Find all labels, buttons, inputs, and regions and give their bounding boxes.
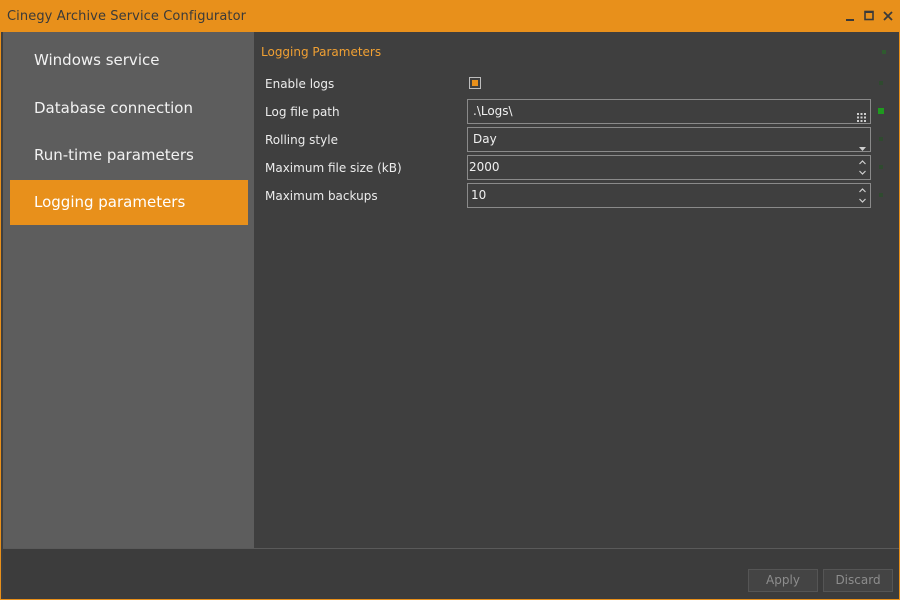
max-file-size-indicator <box>879 165 883 169</box>
section-status-indicator <box>882 50 886 54</box>
rolling-style-indicator <box>879 137 883 141</box>
spinner-icon[interactable] <box>859 187 866 212</box>
checkbox-checked-mark <box>472 80 478 86</box>
max-backups-stepper[interactable]: 10 <box>467 183 871 208</box>
log-file-path-input[interactable]: .\Logs\ <box>467 99 871 124</box>
enable-logs-indicator <box>879 81 883 85</box>
window-title: Cinegy Archive Service Configurator <box>7 9 247 24</box>
discard-button[interactable]: Discard <box>823 569 893 592</box>
max-backups-indicator <box>879 193 883 197</box>
rolling-style-select[interactable]: Day <box>467 127 871 152</box>
title-bar[interactable]: Cinegy Archive Service Configurator <box>1 1 899 32</box>
enable-logs-checkbox[interactable] <box>469 77 481 89</box>
rolling-style-label: Rolling style <box>265 133 338 147</box>
minimize-icon[interactable] <box>843 9 857 23</box>
maximize-icon[interactable] <box>862 9 876 23</box>
log-file-path-indicator <box>878 108 884 114</box>
sidebar-item-database-connection[interactable]: Database connection <box>10 86 248 131</box>
sidebar-item-logging-parameters[interactable]: Logging parameters <box>10 180 248 225</box>
log-file-path-label: Log file path <box>265 105 340 119</box>
log-file-path-value: .\Logs\ <box>473 104 513 118</box>
footer-bar: Apply Discard <box>3 548 899 599</box>
apply-button[interactable]: Apply <box>748 569 818 592</box>
enable-logs-label: Enable logs <box>265 77 335 91</box>
max-file-size-value: 2000 <box>469 160 500 174</box>
section-title: Logging Parameters <box>261 45 382 59</box>
close-icon[interactable] <box>881 9 895 23</box>
max-backups-label: Maximum backups <box>265 189 378 203</box>
sidebar-item-windows-service[interactable]: Windows service <box>10 38 248 83</box>
sidebar: Windows service Database connection Run-… <box>3 32 254 548</box>
sidebar-item-run-time-parameters[interactable]: Run-time parameters <box>10 133 248 178</box>
app-window: Cinegy Archive Service Configurator Wind… <box>0 0 900 600</box>
content-panel: Logging Parameters Enable logs Log file … <box>254 32 899 548</box>
max-file-size-stepper[interactable]: 2000 <box>467 155 871 180</box>
max-file-size-label: Maximum file size (kB) <box>265 161 402 175</box>
spinner-icon[interactable] <box>859 159 866 184</box>
max-backups-value: 10 <box>471 188 487 202</box>
rolling-style-value: Day <box>473 132 497 146</box>
